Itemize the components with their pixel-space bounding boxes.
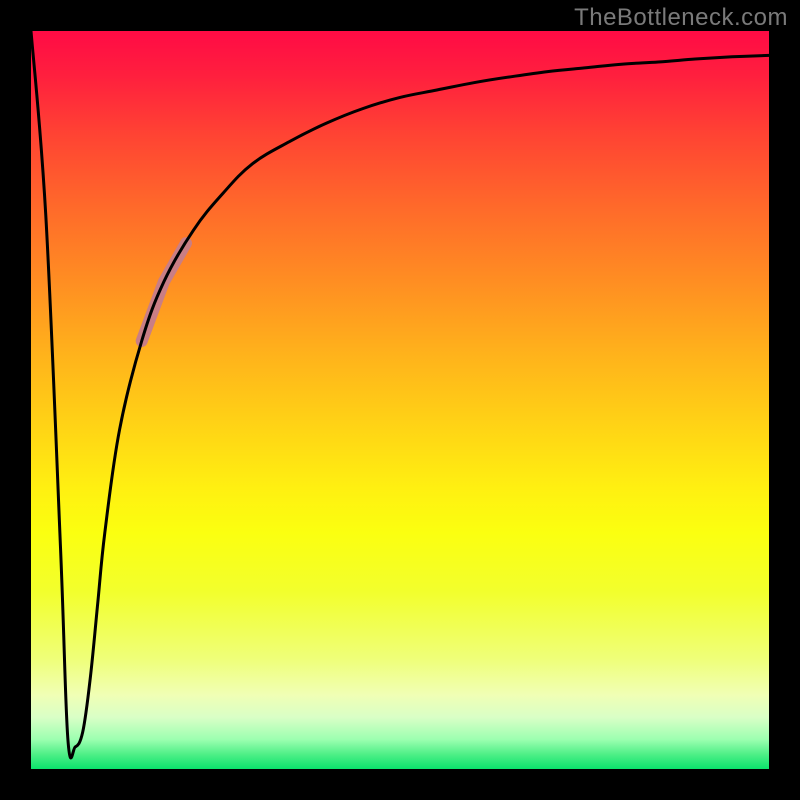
bottleneck-curve <box>31 31 769 758</box>
plot-area <box>31 31 769 769</box>
chart-frame: TheBottleneck.com <box>0 0 800 800</box>
curve-highlight-segment <box>142 243 186 341</box>
bottleneck-curve-svg <box>31 31 769 769</box>
watermark-text: TheBottleneck.com <box>574 4 788 32</box>
